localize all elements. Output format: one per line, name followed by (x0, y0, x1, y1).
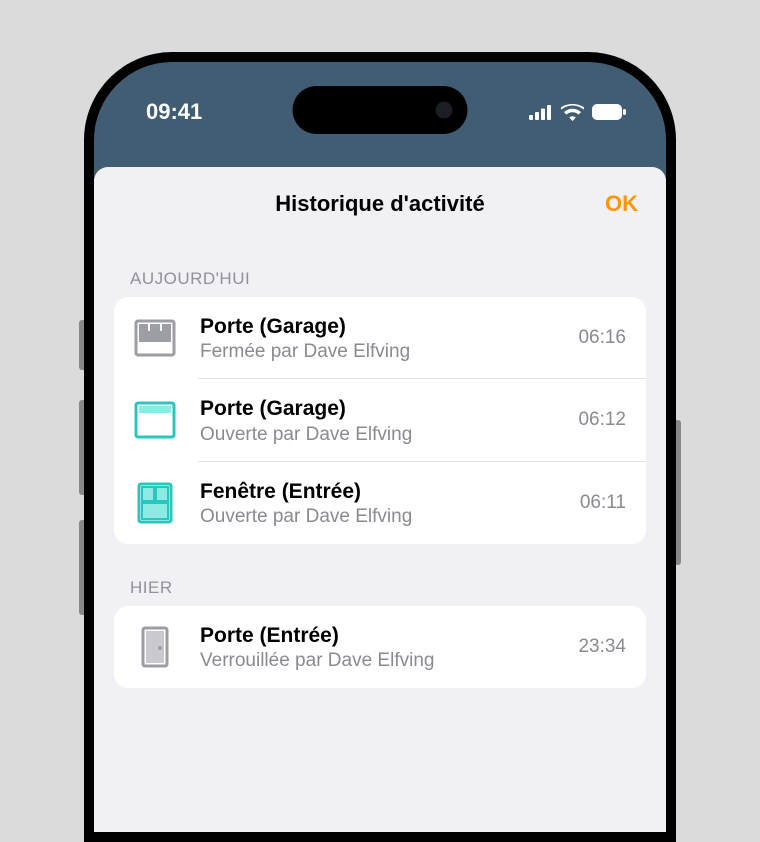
phone-screen: 09:41 Historique d'activité OK AUJOURD'H… (94, 62, 666, 832)
done-button[interactable]: OK (605, 191, 638, 217)
sheet-header: Historique d'activité OK (94, 167, 666, 235)
phone-side-button (676, 420, 681, 565)
activity-card-today: Porte (Garage) Fermée par Dave Elfving 0… (114, 297, 646, 544)
section-header-yesterday: HIER (94, 544, 666, 606)
row-subtitle: Fermée par Dave Elfving (200, 341, 566, 363)
row-title: Porte (Entrée) (200, 622, 566, 649)
row-content: Porte (Garage) Fermée par Dave Elfving (200, 313, 566, 363)
row-time: 06:11 (580, 492, 626, 514)
row-content: Porte (Entrée) Verrouillée par Dave Elfv… (200, 622, 566, 672)
activity-row[interactable]: Porte (Garage) Ouverte par Dave Elfving … (114, 379, 646, 461)
section-header-today: AUJOURD'HUI (94, 235, 666, 297)
door-closed-icon (134, 626, 176, 668)
app-content: Historique d'activité OK AUJOURD'HUI Por… (94, 167, 666, 832)
row-subtitle: Ouverte par Dave Elfving (200, 506, 568, 528)
wifi-icon (561, 104, 584, 121)
frame-background: 09:41 Historique d'activité OK AUJOURD'H… (0, 0, 760, 842)
row-title: Porte (Garage) (200, 313, 566, 340)
row-time: 06:16 (578, 327, 626, 349)
row-time: 23:34 (578, 636, 626, 658)
phone-frame: 09:41 Historique d'activité OK AUJOURD'H… (84, 52, 676, 842)
garage-closed-icon (134, 317, 176, 359)
status-icons (529, 104, 626, 121)
window-open-icon (134, 482, 176, 524)
activity-row[interactable]: Porte (Entrée) Verrouillée par Dave Elfv… (114, 606, 646, 688)
row-subtitle: Ouverte par Dave Elfving (200, 424, 566, 446)
row-title: Fenêtre (Entrée) (200, 478, 568, 505)
row-title: Porte (Garage) (200, 395, 566, 422)
cellular-icon (529, 105, 553, 120)
row-subtitle: Verrouillée par Dave Elfving (200, 650, 566, 672)
activity-row[interactable]: Porte (Garage) Fermée par Dave Elfving 0… (114, 297, 646, 379)
dynamic-island (293, 86, 468, 134)
row-time: 06:12 (578, 409, 626, 431)
activity-row[interactable]: Fenêtre (Entrée) Ouverte par Dave Elfvin… (114, 462, 646, 544)
status-time: 09:41 (146, 99, 202, 125)
row-content: Porte (Garage) Ouverte par Dave Elfving (200, 395, 566, 445)
activity-card-yesterday: Porte (Entrée) Verrouillée par Dave Elfv… (114, 606, 646, 688)
page-title: Historique d'activité (275, 191, 484, 217)
row-content: Fenêtre (Entrée) Ouverte par Dave Elfvin… (200, 478, 568, 528)
battery-icon (592, 104, 626, 120)
garage-open-icon (134, 399, 176, 441)
